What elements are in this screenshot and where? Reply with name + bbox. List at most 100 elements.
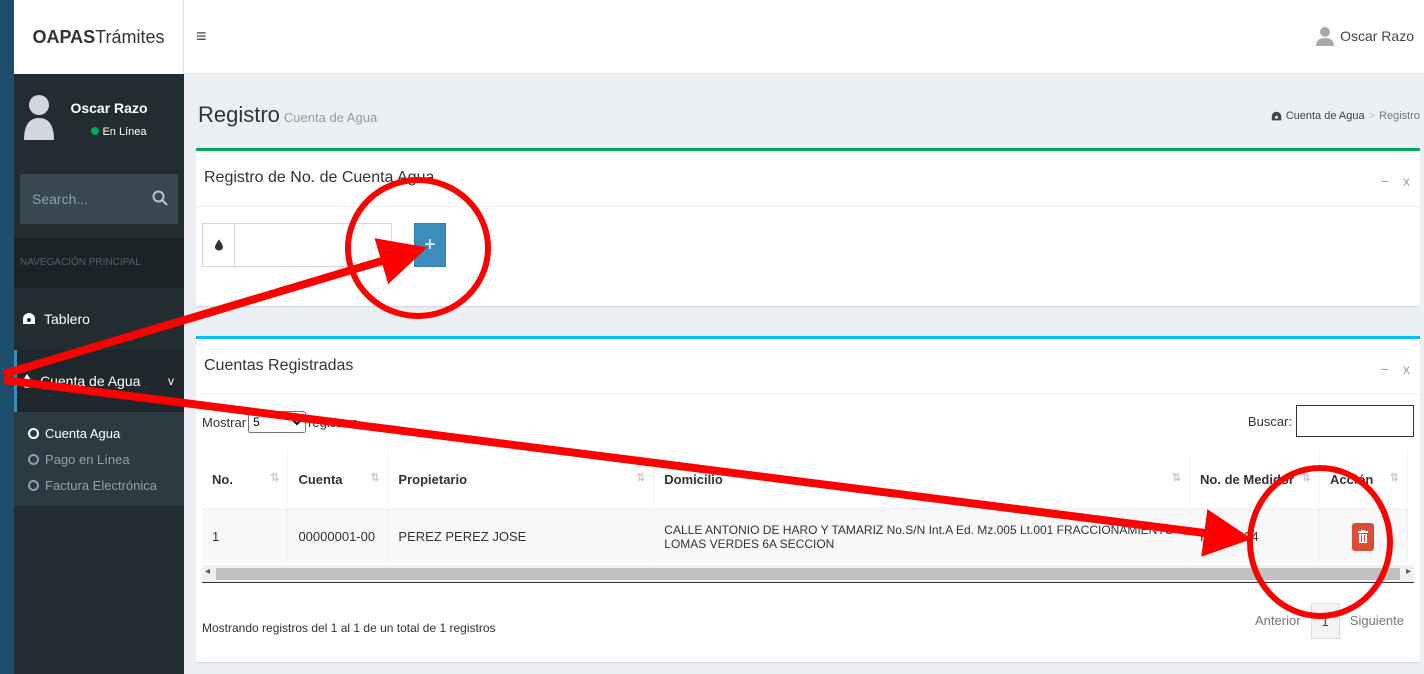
column-label: No. xyxy=(212,472,233,487)
sidebar-user-name: Oscar Razo xyxy=(70,100,148,116)
sidebar-search-input[interactable] xyxy=(20,174,140,224)
top-navbar: ≡ Oscar Razo xyxy=(184,0,1424,74)
table-search-input[interactable] xyxy=(1296,405,1414,437)
app-logo[interactable]: OAPAS Trámites xyxy=(14,0,184,74)
sidebar-nav: Tablero Cuenta de Agua v Cuenta Agua Pag… xyxy=(14,288,184,506)
sidebar-item-label: Cuenta de Agua xyxy=(40,373,141,389)
column-label: Acción xyxy=(1329,472,1374,487)
sidebar-subitem-cuenta-agua[interactable]: Cuenta Agua xyxy=(14,420,184,446)
accounts-box-title: Cuentas Registradas xyxy=(204,357,354,374)
column-header-domicilio[interactable]: Domicilio ⇅ xyxy=(653,451,1191,510)
user-menu[interactable]: Oscar Razo xyxy=(1316,26,1414,46)
minimize-icon[interactable]: − xyxy=(1381,173,1389,189)
sidebar-subnav: Cuenta Agua Pago en Línea Factura Electr… xyxy=(14,412,184,506)
sidebar-subitem-label: Pago en Línea xyxy=(45,451,130,467)
sort-icon: ⇅ xyxy=(636,472,646,484)
cell-medidor: KN-12624 xyxy=(1189,509,1320,563)
register-box: Registro de No. de Cuenta Agua − x + xyxy=(196,148,1420,306)
user-status: En Línea xyxy=(14,126,184,138)
menu-toggle-icon[interactable]: ≡ xyxy=(196,26,207,47)
app-window: OAPAS Trámites ≡ Oscar Razo Oscar Razo En… xyxy=(14,0,1424,674)
column-header-cuenta[interactable]: Cuenta ⇅ xyxy=(287,451,389,510)
column-header-no[interactable]: No. ⇅ xyxy=(202,451,289,510)
nav-header: NAVEGACIÓN PRINCIPAL xyxy=(14,238,184,288)
sidebar-subitem-label: Cuenta Agua xyxy=(45,425,121,441)
dashboard-icon xyxy=(1271,111,1281,120)
cell-no: 1 xyxy=(202,509,289,563)
input-addon xyxy=(202,223,234,267)
table-controls: Mostrar 5 registros Buscar: xyxy=(202,405,1414,439)
sidebar-item-label: Tablero xyxy=(44,311,90,327)
user-icon xyxy=(1316,27,1335,46)
logo-rest: Trámites xyxy=(95,26,165,47)
sidebar-subitem-pago-en-linea[interactable]: Pago en Línea xyxy=(14,446,184,472)
water-drop-icon xyxy=(22,374,32,388)
column-label: No. de Medidor xyxy=(1200,472,1294,487)
table-row: 1 00000001-00 PEREZ PEREZ JOSE CALLE ANT… xyxy=(202,509,1409,563)
page-length-control: Mostrar 5 registros xyxy=(202,411,358,433)
search-icon[interactable] xyxy=(152,190,168,206)
page-title-text: Registro xyxy=(198,102,280,127)
sort-icon: ⇅ xyxy=(1171,472,1182,484)
column-label: Domicilio xyxy=(664,472,723,487)
sidebar-item-cuenta-de-agua[interactable]: Cuenta de Agua v xyxy=(14,350,184,412)
scrollbar-thumb[interactable] xyxy=(216,568,1400,580)
column-header-accion[interactable]: Acción ⇅ xyxy=(1319,451,1409,510)
add-account-button[interactable]: + xyxy=(414,223,446,267)
circle-icon xyxy=(28,479,39,491)
pagination: Anterior 1 Siguiente xyxy=(1245,603,1414,639)
accounts-table: No. ⇅ Cuenta ⇅ Propietario ⇅ Domicilio ⇅ No.… xyxy=(202,451,1409,563)
sort-icon: ⇅ xyxy=(370,472,380,484)
sidebar-subitem-factura-electronica[interactable]: Factura Electrónica xyxy=(14,472,184,498)
show-label: Mostrar xyxy=(202,414,247,430)
trash-icon xyxy=(1358,530,1369,543)
scroll-right-icon[interactable]: ▸ xyxy=(1406,566,1411,577)
chevron-down-icon: v xyxy=(168,374,174,388)
circle-icon xyxy=(28,453,39,465)
user-status-label: En Línea xyxy=(102,126,147,138)
register-box-title: Registro de No. de Cuenta Agua xyxy=(204,169,435,186)
show-suffix: registros xyxy=(308,414,358,430)
column-header-propietario[interactable]: Propietario ⇅ xyxy=(387,451,655,510)
sidebar-item-tablero[interactable]: Tablero xyxy=(14,288,184,350)
sort-icon: ⇅ xyxy=(270,472,280,484)
column-header-medidor[interactable]: No. de Medidor ⇅ xyxy=(1189,451,1320,510)
sort-icon: ⇅ xyxy=(1389,472,1399,484)
table-info: Mostrando registros del 1 al 1 de un tot… xyxy=(202,621,496,635)
sort-icon: ⇅ xyxy=(1301,472,1311,484)
page-length-select[interactable]: 5 xyxy=(248,411,307,433)
sidebar-subitem-label: Factura Electrónica xyxy=(45,477,157,493)
prev-page-button[interactable]: Anterior xyxy=(1245,603,1311,639)
cell-domicilio: CALLE ANTONIO DE HARO Y TAMARIZ No.S/N I… xyxy=(653,509,1191,563)
column-label: Propietario xyxy=(398,472,468,487)
accounts-box-header: Cuentas Registradas − x xyxy=(196,339,1420,395)
page-title: Registro Cuenta de Agua xyxy=(198,102,377,128)
breadcrumb-link[interactable]: Cuenta de Agua xyxy=(1286,110,1365,122)
content-header: Registro Cuenta de Agua Cuenta de Agua > … xyxy=(184,74,1424,148)
scroll-left-icon[interactable]: ◂ xyxy=(205,566,210,577)
minimize-icon[interactable]: − xyxy=(1381,361,1389,377)
page-number-button[interactable]: 1 xyxy=(1310,603,1340,639)
cell-accion xyxy=(1319,509,1409,563)
breadcrumb-current: Registro xyxy=(1379,110,1420,122)
account-number-input[interactable] xyxy=(234,223,392,267)
user-panel: Oscar Razo En Línea xyxy=(14,74,184,158)
delete-button[interactable] xyxy=(1352,522,1375,551)
close-icon[interactable]: x xyxy=(1403,173,1410,189)
dashboard-icon xyxy=(23,313,35,324)
breadcrumb: Cuenta de Agua > Registro xyxy=(1271,110,1420,122)
register-box-header: Registro de No. de Cuenta Agua − x xyxy=(196,151,1420,207)
close-icon[interactable]: x xyxy=(1403,361,1410,377)
horizontal-scrollbar[interactable]: ◂ ▸ xyxy=(202,565,1414,583)
page-subtitle: Cuenta de Agua xyxy=(283,110,378,125)
cell-propietario: PEREZ PEREZ JOSE xyxy=(387,509,655,563)
cell-cuenta: 00000001-00 xyxy=(287,509,389,563)
table-header-row: No. ⇅ Cuenta ⇅ Propietario ⇅ Domicilio ⇅ No.… xyxy=(202,451,1409,510)
circle-icon xyxy=(28,427,39,439)
account-input-group: + xyxy=(202,223,446,267)
breadcrumb-separator: > xyxy=(1368,110,1376,122)
main-content: Registro Cuenta de Agua Cuenta de Agua > … xyxy=(184,74,1424,674)
search-label: Buscar: xyxy=(1247,413,1292,429)
sidebar: Oscar Razo En Línea NAVEGACIÓN PRINCIPAL… xyxy=(14,74,184,674)
next-page-button[interactable]: Siguiente xyxy=(1340,603,1414,639)
